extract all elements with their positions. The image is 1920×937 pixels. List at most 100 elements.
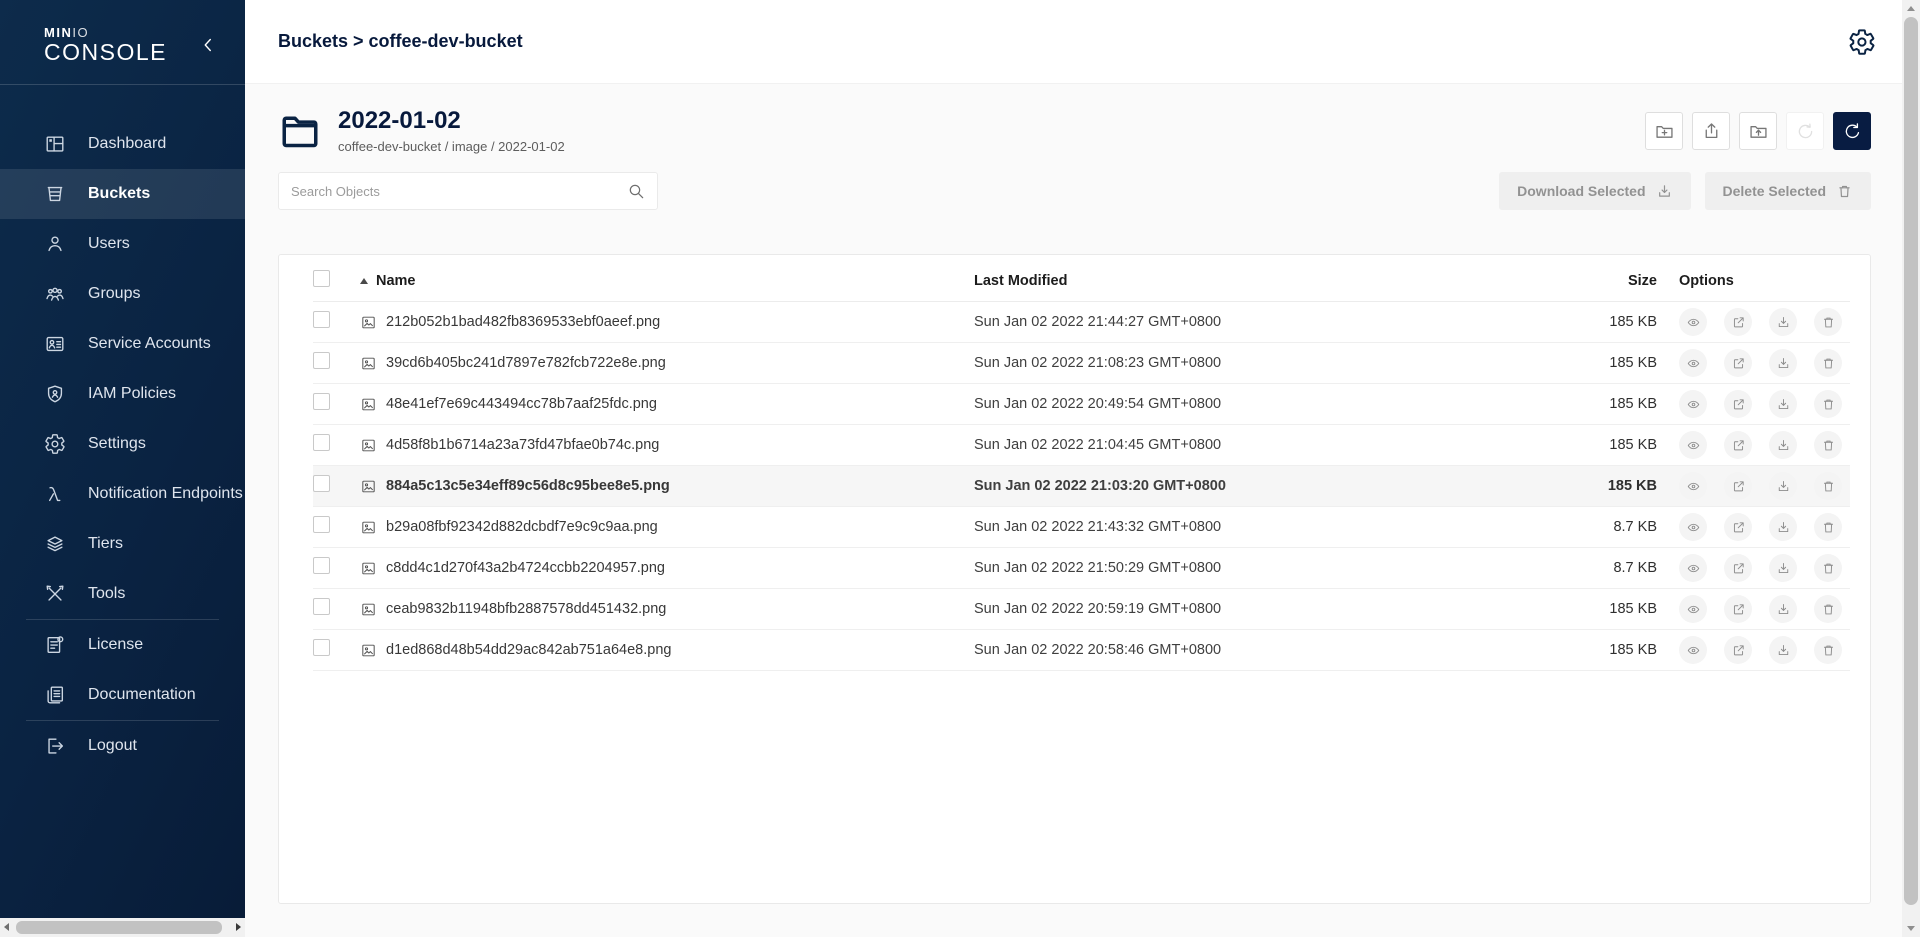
- object-name-link[interactable]: d1ed868d48b54dd29ac842ab751a64e8.png: [386, 642, 671, 658]
- delete-selected-button[interactable]: Delete Selected: [1705, 172, 1872, 210]
- select-all-checkbox[interactable]: [313, 270, 330, 287]
- row-checkbox[interactable]: [313, 639, 330, 656]
- vertical-scrollbar[interactable]: [1902, 0, 1920, 937]
- upload-file-button[interactable]: [1692, 112, 1730, 150]
- sidebar-item-buckets[interactable]: Buckets: [0, 169, 245, 219]
- row-checkbox[interactable]: [313, 352, 330, 369]
- preview-object-button[interactable]: [1679, 308, 1707, 336]
- rewind-button[interactable]: [1786, 112, 1824, 150]
- delete-object-button[interactable]: [1814, 472, 1842, 500]
- row-checkbox[interactable]: [313, 434, 330, 451]
- search-input[interactable]: [278, 172, 658, 210]
- row-checkbox[interactable]: [313, 393, 330, 410]
- download-object-button[interactable]: [1769, 308, 1797, 336]
- table-row: 39cd6b405bc241d7897e782fcb722e8e.png Sun…: [313, 343, 1850, 384]
- download-object-button[interactable]: [1769, 349, 1797, 377]
- settings-gear-button[interactable]: [1848, 27, 1878, 57]
- horizontal-scrollbar-thumb[interactable]: [16, 921, 222, 934]
- download-object-button[interactable]: [1769, 390, 1797, 418]
- row-checkbox[interactable]: [313, 311, 330, 328]
- object-name-link[interactable]: c8dd4c1d270f43a2b4724ccbb2204957.png: [386, 560, 665, 576]
- row-checkbox[interactable]: [313, 516, 330, 533]
- create-new-path-button[interactable]: [1645, 112, 1683, 150]
- refresh-button[interactable]: [1833, 112, 1871, 150]
- share-object-button[interactable]: [1724, 472, 1752, 500]
- object-name-link[interactable]: ceab9832b11948bfb2887578dd451432.png: [386, 601, 666, 617]
- image-file-icon: [360, 355, 377, 372]
- download-object-button[interactable]: [1769, 431, 1797, 459]
- scroll-left-arrow[interactable]: [4, 923, 9, 931]
- row-checkbox[interactable]: [313, 475, 330, 492]
- share-object-button[interactable]: [1724, 636, 1752, 664]
- delete-object-button[interactable]: [1814, 390, 1842, 418]
- sidebar-item-tiers[interactable]: Tiers: [0, 519, 245, 569]
- preview-object-button[interactable]: [1679, 390, 1707, 418]
- sidebar-item-service-accounts[interactable]: Service Accounts: [0, 319, 245, 369]
- delete-object-button[interactable]: [1814, 554, 1842, 582]
- preview-object-button[interactable]: [1679, 513, 1707, 541]
- horizontal-scrollbar[interactable]: [0, 918, 245, 937]
- delete-object-button[interactable]: [1814, 513, 1842, 541]
- logo-min: MIN: [44, 25, 72, 40]
- delete-object-button[interactable]: [1814, 636, 1842, 664]
- scroll-up-arrow[interactable]: [1907, 6, 1915, 11]
- preview-object-button[interactable]: [1679, 554, 1707, 582]
- upload-folder-button[interactable]: [1739, 112, 1777, 150]
- sidebar-collapse-button[interactable]: [197, 32, 223, 58]
- object-last-modified: Sun Jan 02 2022 21:43:32 GMT+0800: [974, 519, 1577, 535]
- delete-object-button[interactable]: [1814, 308, 1842, 336]
- share-icon: [1731, 356, 1746, 371]
- download-object-button[interactable]: [1769, 513, 1797, 541]
- row-checkbox[interactable]: [313, 557, 330, 574]
- preview-object-button[interactable]: [1679, 431, 1707, 459]
- column-header-name[interactable]: Name: [360, 273, 974, 289]
- object-name-link[interactable]: 212b052b1bad482fb8369533ebf0aeef.png: [386, 314, 660, 330]
- sidebar-item-iam-policies[interactable]: IAM Policies: [0, 369, 245, 419]
- share-object-button[interactable]: [1724, 513, 1752, 541]
- breadcrumb[interactable]: Buckets > coffee-dev-bucket: [278, 31, 523, 52]
- delete-object-button[interactable]: [1814, 431, 1842, 459]
- upload-folder-icon: [1748, 121, 1769, 142]
- download-object-button[interactable]: [1769, 554, 1797, 582]
- table-row: 4d58f8b1b6714a23a73fd47bfae0b74c.png Sun…: [313, 425, 1850, 466]
- sidebar-item-license[interactable]: License: [0, 620, 245, 670]
- object-name-link[interactable]: 48e41ef7e69c443494cc78b7aaf25fdc.png: [386, 396, 657, 412]
- preview-object-button[interactable]: [1679, 349, 1707, 377]
- object-name-link[interactable]: 4d58f8b1b6714a23a73fd47bfae0b74c.png: [386, 437, 659, 453]
- object-name-link[interactable]: 39cd6b405bc241d7897e782fcb722e8e.png: [386, 355, 666, 371]
- share-object-button[interactable]: [1724, 390, 1752, 418]
- object-last-modified: Sun Jan 02 2022 21:08:23 GMT+0800: [974, 355, 1577, 371]
- sidebar-item-groups[interactable]: Groups: [0, 269, 245, 319]
- share-object-button[interactable]: [1724, 308, 1752, 336]
- trash-icon: [1821, 356, 1836, 371]
- share-object-button[interactable]: [1724, 554, 1752, 582]
- sidebar-item-users[interactable]: Users: [0, 219, 245, 269]
- share-object-button[interactable]: [1724, 349, 1752, 377]
- vertical-scrollbar-thumb[interactable]: [1904, 17, 1918, 905]
- object-name-link[interactable]: 884a5c13c5e34eff89c56d8c95bee8e5.png: [386, 478, 670, 494]
- download-selected-button[interactable]: Download Selected: [1499, 172, 1690, 210]
- sidebar-item-logout[interactable]: Logout: [0, 721, 245, 771]
- sidebar-item-documentation[interactable]: Documentation: [0, 670, 245, 720]
- documentation-icon: [44, 684, 66, 706]
- delete-object-button[interactable]: [1814, 349, 1842, 377]
- object-name-link[interactable]: b29a08fbf92342d882dcbdf7e9c9c9aa.png: [386, 519, 658, 535]
- preview-object-button[interactable]: [1679, 472, 1707, 500]
- preview-object-button[interactable]: [1679, 636, 1707, 664]
- scroll-right-arrow[interactable]: [236, 923, 241, 931]
- download-object-button[interactable]: [1769, 472, 1797, 500]
- sidebar-item-notification-endpoints[interactable]: Notification Endpoints: [0, 469, 245, 519]
- scroll-down-arrow[interactable]: [1907, 926, 1915, 931]
- sidebar-item-tools[interactable]: Tools: [0, 569, 245, 619]
- share-object-button[interactable]: [1724, 595, 1752, 623]
- sidebar-item-settings[interactable]: Settings: [0, 419, 245, 469]
- download-object-button[interactable]: [1769, 595, 1797, 623]
- delete-object-button[interactable]: [1814, 595, 1842, 623]
- preview-object-button[interactable]: [1679, 595, 1707, 623]
- image-file-icon: [360, 437, 377, 454]
- share-object-button[interactable]: [1724, 431, 1752, 459]
- sidebar-item-dashboard[interactable]: Dashboard: [0, 119, 245, 169]
- table-row: 212b052b1bad482fb8369533ebf0aeef.png Sun…: [313, 302, 1850, 343]
- row-checkbox[interactable]: [313, 598, 330, 615]
- download-object-button[interactable]: [1769, 636, 1797, 664]
